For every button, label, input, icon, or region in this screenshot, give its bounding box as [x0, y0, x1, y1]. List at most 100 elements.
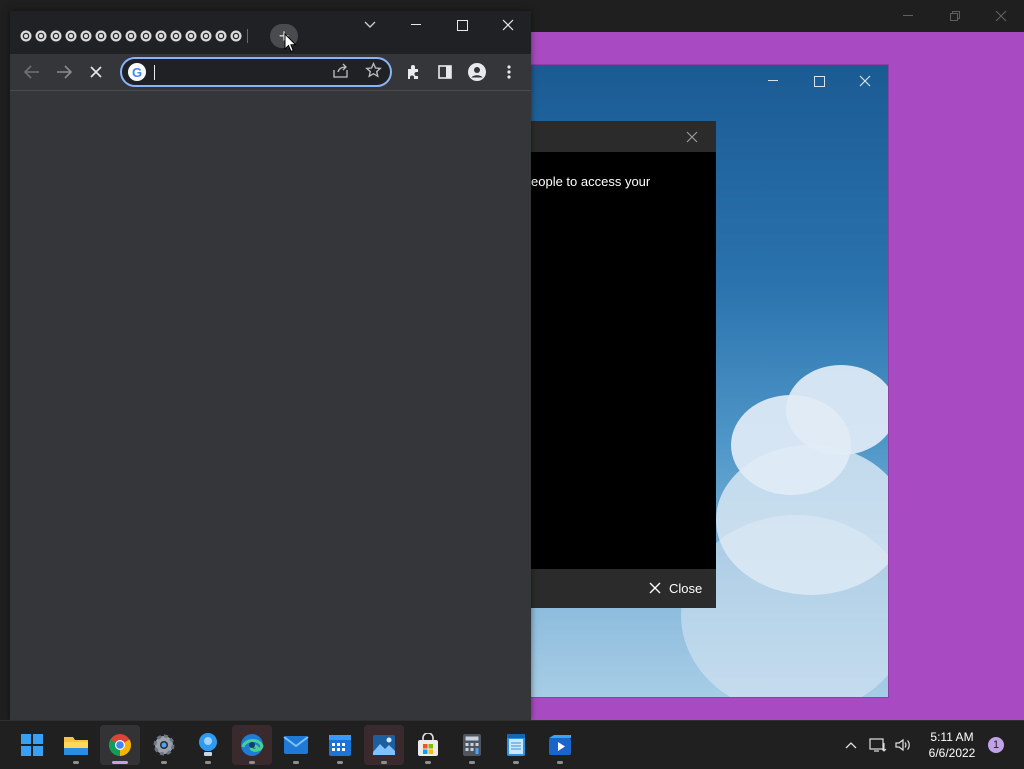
notepad-icon — [505, 733, 527, 757]
windows-logo-icon — [21, 734, 43, 756]
chrome-favicon-icon — [80, 30, 91, 42]
chrome-menu-icon[interactable] — [498, 62, 520, 82]
running-indicator — [381, 761, 387, 764]
chrome-favicon-icon — [125, 30, 136, 42]
chrome-favicon-icon — [50, 30, 61, 42]
running-indicator — [557, 761, 563, 764]
taskbar-google-chrome[interactable] — [100, 725, 140, 765]
browser-tab[interactable] — [213, 28, 228, 44]
chrome-favicon-icon — [65, 30, 76, 42]
share-icon[interactable] — [332, 63, 350, 79]
taskbar-mail[interactable] — [276, 725, 316, 765]
running-indicator — [112, 761, 128, 764]
browser-tab[interactable] — [123, 28, 138, 44]
volume-icon[interactable] — [893, 735, 913, 755]
page-content-area[interactable] — [10, 91, 531, 720]
lightbulb-icon — [198, 732, 218, 758]
taskbar-file-explorer[interactable] — [56, 725, 96, 765]
close-icon — [649, 582, 661, 594]
running-indicator — [469, 761, 475, 764]
side-panel-icon[interactable] — [434, 62, 456, 82]
taskbar-calendar[interactable] — [320, 725, 360, 765]
tab-search-button[interactable] — [362, 17, 378, 33]
photos-minimize-button[interactable] — [760, 74, 786, 88]
browser-tab[interactable] — [48, 28, 63, 44]
chrome-toolbar: G — [10, 54, 531, 91]
browser-tab[interactable] — [33, 28, 48, 44]
chrome-favicon-icon — [200, 30, 211, 42]
browser-tab[interactable] — [153, 28, 168, 44]
running-indicator — [513, 761, 519, 764]
profile-icon[interactable] — [466, 62, 488, 82]
clock-date: 6/6/2022 — [928, 746, 976, 760]
chrome-favicon-icon — [155, 30, 166, 42]
browser-tab[interactable] — [108, 28, 123, 44]
running-indicator — [293, 761, 299, 764]
browser-tab[interactable] — [18, 28, 33, 44]
google-icon: G — [128, 63, 146, 81]
browser-tab[interactable] — [93, 28, 108, 44]
tab-separator — [247, 29, 248, 43]
taskbar-photos[interactable] — [364, 725, 404, 765]
browser-tab[interactable] — [78, 28, 93, 44]
forward-arrow-icon[interactable] — [53, 62, 75, 82]
address-input[interactable] — [152, 61, 322, 83]
taskbar-tips[interactable] — [188, 725, 228, 765]
dialog-close-icon[interactable] — [683, 129, 701, 145]
browser-tab[interactable] — [198, 28, 213, 44]
taskbar-notepad[interactable] — [496, 725, 536, 765]
chrome-maximize-button[interactable] — [439, 11, 485, 39]
chrome-favicon-icon — [140, 30, 151, 42]
calendar-icon — [328, 733, 352, 757]
taskbar-calculator[interactable] — [452, 725, 492, 765]
chrome-favicon-icon — [35, 30, 46, 42]
browser-tab[interactable] — [183, 28, 198, 44]
calculator-icon — [462, 733, 482, 757]
mouse-pointer-icon — [284, 33, 297, 53]
dialog-footer: Close — [531, 569, 716, 608]
browser-tab[interactable] — [63, 28, 78, 44]
running-indicator — [205, 761, 211, 764]
dialog-close-button[interactable]: Close — [649, 577, 702, 599]
running-indicator — [337, 761, 343, 764]
taskbar-microsoft-store[interactable] — [408, 725, 448, 765]
photos-icon — [372, 734, 396, 756]
back-window-close-button[interactable] — [986, 7, 1016, 25]
photos-close-button[interactable] — [852, 74, 878, 88]
dialog-close-label: Close — [669, 580, 703, 596]
notification-badge[interactable]: 1 — [988, 737, 1004, 753]
back-window-minimize-button[interactable] — [893, 7, 923, 25]
chrome-titlebar: + — [10, 11, 531, 54]
taskbar: 5:11 AM 6/6/2022 1 — [0, 720, 1024, 769]
stop-loading-icon[interactable] — [85, 62, 107, 82]
clock[interactable]: 5:11 AM 6/6/2022 — [918, 729, 986, 761]
chrome-favicon-icon — [230, 30, 241, 42]
chrome-close-button[interactable] — [485, 11, 531, 39]
dialog-titlebar — [531, 121, 716, 152]
photos-maximize-button[interactable] — [806, 74, 832, 88]
store-icon — [416, 733, 440, 757]
bookmark-star-icon[interactable] — [365, 62, 382, 79]
back-arrow-icon[interactable] — [21, 62, 43, 82]
taskbar-settings[interactable] — [144, 725, 184, 765]
extensions-icon[interactable] — [402, 62, 424, 82]
permission-dialog: eople to access your Close — [531, 121, 716, 608]
chrome-minimize-button[interactable] — [393, 11, 439, 39]
browser-tab[interactable] — [168, 28, 183, 44]
network-icon[interactable] — [868, 735, 888, 755]
address-bar[interactable]: G — [120, 57, 392, 87]
running-indicator — [425, 761, 431, 764]
taskbar-microsoft-edge[interactable] — [232, 725, 272, 765]
show-hidden-icons-chevron-icon[interactable] — [841, 735, 861, 755]
folder-icon — [63, 734, 89, 756]
chrome-favicon-icon — [110, 30, 121, 42]
running-indicator — [73, 761, 79, 764]
taskbar-start-button[interactable] — [12, 725, 52, 765]
browser-tab[interactable] — [138, 28, 153, 44]
tab-strip — [18, 27, 250, 45]
taskbar-video-editor[interactable] — [540, 725, 580, 765]
chevron-down-icon — [364, 21, 376, 28]
back-window-restore-button[interactable] — [940, 7, 970, 25]
browser-tab[interactable] — [228, 28, 243, 44]
chrome-favicon-icon — [185, 30, 196, 42]
